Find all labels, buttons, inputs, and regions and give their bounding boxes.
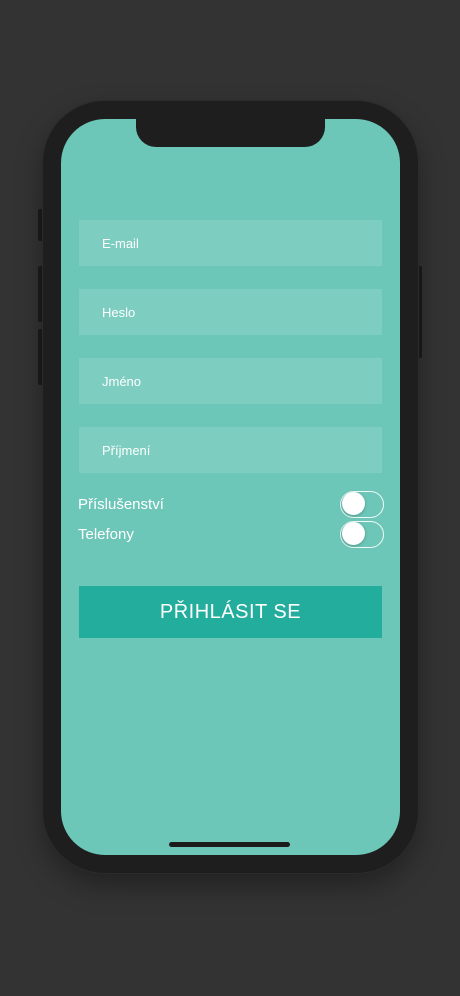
last-name-field-container[interactable] xyxy=(79,427,382,473)
first-name-field[interactable] xyxy=(102,373,362,389)
phones-toggle-label: Telefony xyxy=(78,525,134,543)
app-screen: Příslušenství Telefony PŘIHLÁSIT SE xyxy=(61,119,400,855)
password-field[interactable] xyxy=(102,304,362,320)
password-field-container[interactable] xyxy=(79,289,382,335)
first-name-field-container[interactable] xyxy=(79,358,382,404)
login-button[interactable]: PŘIHLÁSIT SE xyxy=(79,586,382,638)
email-field[interactable] xyxy=(102,235,362,251)
accessories-toggle-label: Příslušenství xyxy=(78,495,164,513)
notch xyxy=(136,119,325,147)
accessories-toggle[interactable] xyxy=(340,490,384,518)
last-name-field[interactable] xyxy=(102,442,362,458)
phones-toggle-knob xyxy=(342,522,365,545)
accessories-toggle-knob xyxy=(342,492,365,515)
phones-toggle-row: Telefony xyxy=(78,519,384,549)
phones-toggle[interactable] xyxy=(340,520,384,548)
accessories-toggle-row: Příslušenství xyxy=(78,489,384,519)
device-stage: Příslušenství Telefony PŘIHLÁSIT SE xyxy=(0,0,460,996)
home-indicator[interactable] xyxy=(169,842,290,847)
email-field-container[interactable] xyxy=(79,220,382,266)
